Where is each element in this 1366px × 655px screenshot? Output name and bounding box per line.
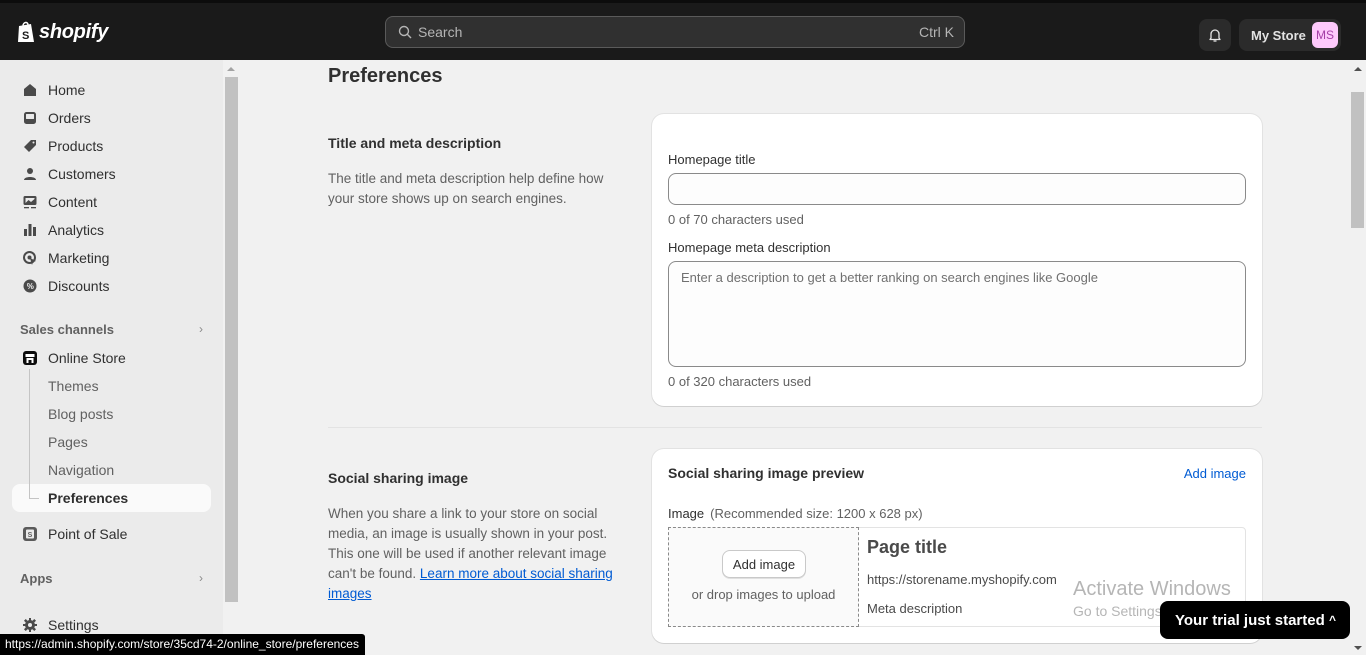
sales-channels-header[interactable]: Sales channels ›: [12, 317, 211, 341]
image-label-text: Image: [668, 506, 705, 521]
svg-text:S: S: [22, 30, 29, 42]
sidebar-item-point-of-sale[interactable]: S Point of Sale: [12, 520, 211, 548]
target-icon: [22, 250, 38, 266]
title-meta-section-title: Title and meta description: [328, 135, 502, 151]
home-icon: [22, 82, 38, 98]
main-scrollbar-thumb[interactable]: [1351, 92, 1364, 228]
chevron-up-icon: ^: [1328, 613, 1336, 627]
homepage-title-char-count: 0 of 70 characters used: [668, 212, 804, 227]
preview-meta-description: Meta description: [867, 601, 963, 616]
title-meta-section-description: The title and meta description help defi…: [328, 171, 604, 206]
trial-banner[interactable]: Your trial just started ^: [1160, 601, 1350, 639]
main-scroll-up-arrow[interactable]: [1354, 67, 1362, 71]
avatar: MS: [1312, 22, 1338, 48]
bell-icon: [1209, 29, 1221, 42]
sidebar-item-label: Products: [48, 138, 104, 154]
top-bar: S shopify Search Ctrl K My Store MS: [0, 0, 1366, 60]
sidebar-item-label: Analytics: [48, 222, 105, 238]
shopify-bag-icon: S: [18, 21, 34, 42]
sidebar-item-label: Online Store: [48, 350, 126, 366]
search-input[interactable]: Search Ctrl K: [385, 16, 965, 48]
image-dropzone[interactable]: Add image or drop images to upload: [668, 527, 859, 627]
meta-description-label: Homepage meta description: [668, 240, 831, 255]
bar-chart-icon: [22, 222, 38, 238]
image-icon: [22, 194, 38, 210]
apps-label: Apps: [20, 570, 53, 586]
status-bar-url: https://admin.shopify.com/store/35cd74-2…: [0, 634, 365, 655]
svg-text:S: S: [28, 532, 33, 539]
sidebar-subitem-pages[interactable]: Pages: [12, 428, 211, 456]
social-preview-title: Social sharing image preview: [668, 465, 865, 481]
gear-icon: [22, 617, 38, 633]
page-title: Preferences: [328, 65, 443, 87]
sidebar-item-label: Content: [48, 194, 98, 210]
tag-icon: [22, 138, 38, 154]
sidebar-item-home[interactable]: Home: [12, 76, 211, 104]
apps-header[interactable]: Apps ›: [12, 566, 211, 590]
sidebar-item-label: Marketing: [48, 250, 110, 266]
inbox-icon: [22, 110, 38, 126]
sidebar-item-label: Customers: [48, 166, 116, 182]
store-icon: [22, 350, 38, 366]
shopify-logo[interactable]: S shopify: [16, 20, 108, 44]
sidebar-item-marketing[interactable]: Marketing: [12, 244, 211, 272]
sidebar-item-label: Orders: [48, 110, 91, 126]
sidebar: Home Orders Products Customers Content A…: [0, 60, 223, 655]
meta-description-char-count: 0 of 320 characters used: [668, 374, 812, 389]
sidebar-scrollbar-thumb[interactable]: [225, 77, 238, 602]
add-image-link[interactable]: Add image: [1184, 466, 1246, 481]
person-icon: [22, 166, 38, 182]
social-section-description: When you share a link to your store on s…: [328, 504, 613, 604]
sidebar-item-label: Settings: [48, 617, 99, 633]
dropzone-add-image-button[interactable]: Add image: [722, 550, 806, 578]
trial-banner-text: Your trial just started: [1175, 611, 1325, 629]
sidebar-subitem-themes[interactable]: Themes: [12, 372, 211, 400]
homepage-title-input[interactable]: [668, 173, 1246, 205]
chevron-right-icon: ›: [199, 571, 203, 585]
meta-description-textarea[interactable]: [668, 261, 1246, 367]
section-divider: [328, 427, 1262, 428]
sidebar-subitem-navigation[interactable]: Navigation: [12, 456, 211, 484]
image-label: Image (Recommended size: 1200 x 628 px): [668, 506, 923, 521]
store-menu-button[interactable]: My Store MS: [1239, 19, 1341, 51]
preview-page-title: Page title: [867, 537, 948, 557]
tree-connector-line: [29, 369, 30, 499]
sidebar-item-customers[interactable]: Customers: [12, 160, 211, 188]
title-meta-card: Homepage title 0 of 70 characters used H…: [652, 114, 1262, 406]
chevron-right-icon: ›: [199, 322, 203, 336]
sidebar-subitem-blog-posts[interactable]: Blog posts: [12, 400, 211, 428]
store-name: My Store: [1251, 27, 1306, 43]
sidebar-item-orders[interactable]: Orders: [12, 104, 211, 132]
sidebar-item-online-store[interactable]: Online Store: [12, 344, 211, 372]
sidebar-item-content[interactable]: Content: [12, 188, 211, 216]
discount-icon: %: [22, 278, 38, 294]
notifications-button[interactable]: [1199, 19, 1231, 51]
svg-text:%: %: [27, 282, 34, 291]
tree-connector-hook: [29, 498, 39, 499]
sidebar-item-products[interactable]: Products: [12, 132, 211, 160]
dropzone-hint: or drop images to upload: [691, 587, 836, 602]
sidebar-item-label: Discounts: [48, 278, 110, 294]
sidebar-item-label: Point of Sale: [48, 526, 128, 542]
pos-icon: S: [22, 526, 38, 542]
image-size-hint: (Recommended size: 1200 x 628 px): [710, 506, 923, 521]
sidebar-item-discounts[interactable]: % Discounts: [12, 272, 211, 300]
brand-name: shopify: [39, 20, 109, 43]
sidebar-item-analytics[interactable]: Analytics: [12, 216, 211, 244]
search-shortcut: Ctrl K: [919, 24, 954, 40]
homepage-title-label: Homepage title: [668, 152, 756, 167]
sidebar-scroll-up-arrow[interactable]: [227, 67, 235, 71]
preview-url: https://storename.myshopify.com: [867, 572, 1057, 587]
social-section-title: Social sharing image: [328, 470, 469, 486]
sidebar-subitem-preferences[interactable]: Preferences: [12, 484, 211, 512]
search-icon: [398, 25, 412, 39]
main-scroll-down-arrow[interactable]: [1354, 646, 1362, 650]
sidebar-item-label: Home: [48, 82, 86, 98]
sales-channels-label: Sales channels: [20, 321, 114, 337]
search-placeholder: Search: [418, 24, 463, 40]
